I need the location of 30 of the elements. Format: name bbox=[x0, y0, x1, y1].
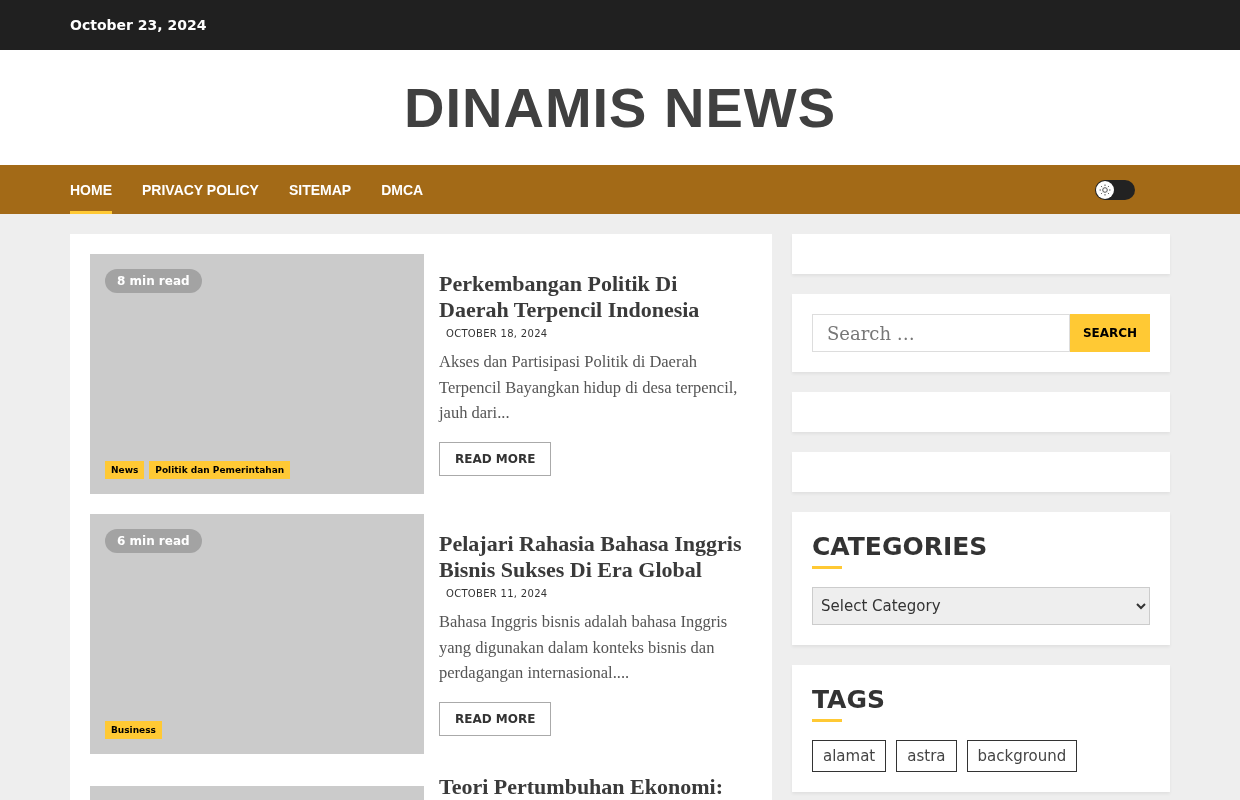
nav-link[interactable]: PRIVACY POLICY bbox=[142, 165, 259, 214]
tag-link[interactable]: background bbox=[966, 740, 1078, 772]
tag-link[interactable]: astra bbox=[896, 740, 957, 772]
category-tag[interactable]: News bbox=[105, 461, 145, 479]
post-title[interactable]: Teori Pertumbuhan Ekonomi: bbox=[439, 774, 752, 800]
read-time-badge: 6 min read bbox=[105, 529, 202, 553]
post-date: OCTOBER 11, 2024 bbox=[446, 588, 549, 599]
nav-link[interactable]: SITEMAP bbox=[288, 165, 352, 214]
post-excerpt: Akses dan Partisipasi Politik di Daerah Terpencil Bayangkan hidup di desa terpencil, jauh dari... bbox=[439, 351, 739, 425]
post-date: OCTOBER 18, 2024 bbox=[446, 328, 549, 339]
date-text: October 23, 2024 bbox=[70, 17, 207, 33]
tag-link[interactable]: alamat bbox=[812, 740, 887, 772]
widget-title: TAGS bbox=[812, 685, 885, 715]
category-tag[interactable]: Business bbox=[105, 721, 162, 739]
theme-toggle[interactable] bbox=[1095, 179, 1135, 200]
post-title[interactable]: Perkembangan Politik Di Daerah Terpencil Indonesia bbox=[439, 271, 752, 323]
widget-title: CATEGORIES bbox=[812, 532, 988, 562]
read-more-button[interactable]: READ MORE bbox=[439, 701, 552, 736]
category-tag[interactable]: Politik dan Pemerintahan bbox=[149, 461, 291, 479]
read-time-badge: 8 min read bbox=[105, 269, 202, 293]
sun-icon bbox=[1099, 183, 1111, 196]
post-excerpt: Bahasa Inggris bisnis adalah bahasa Inggris yang digunakan dalam konteks bisnis dan perdagangan internasional.... bbox=[439, 611, 729, 685]
post-title[interactable]: Pelajari Rahasia Bahasa Inggris Bisnis Sukses Di Era Global bbox=[439, 531, 752, 583]
search-button[interactable]: SEARCH bbox=[1070, 314, 1150, 352]
category-dropdown[interactable]: Select Category bbox=[812, 587, 1150, 625]
site-title[interactable]: DINAMIS NEWS bbox=[404, 75, 836, 140]
read-more-button[interactable]: READ MORE bbox=[439, 441, 552, 476]
nav-link[interactable]: DMCA bbox=[381, 165, 424, 214]
nav-link[interactable]: HOME bbox=[70, 165, 112, 214]
search-field[interactable]: Search … bbox=[812, 314, 1070, 352]
